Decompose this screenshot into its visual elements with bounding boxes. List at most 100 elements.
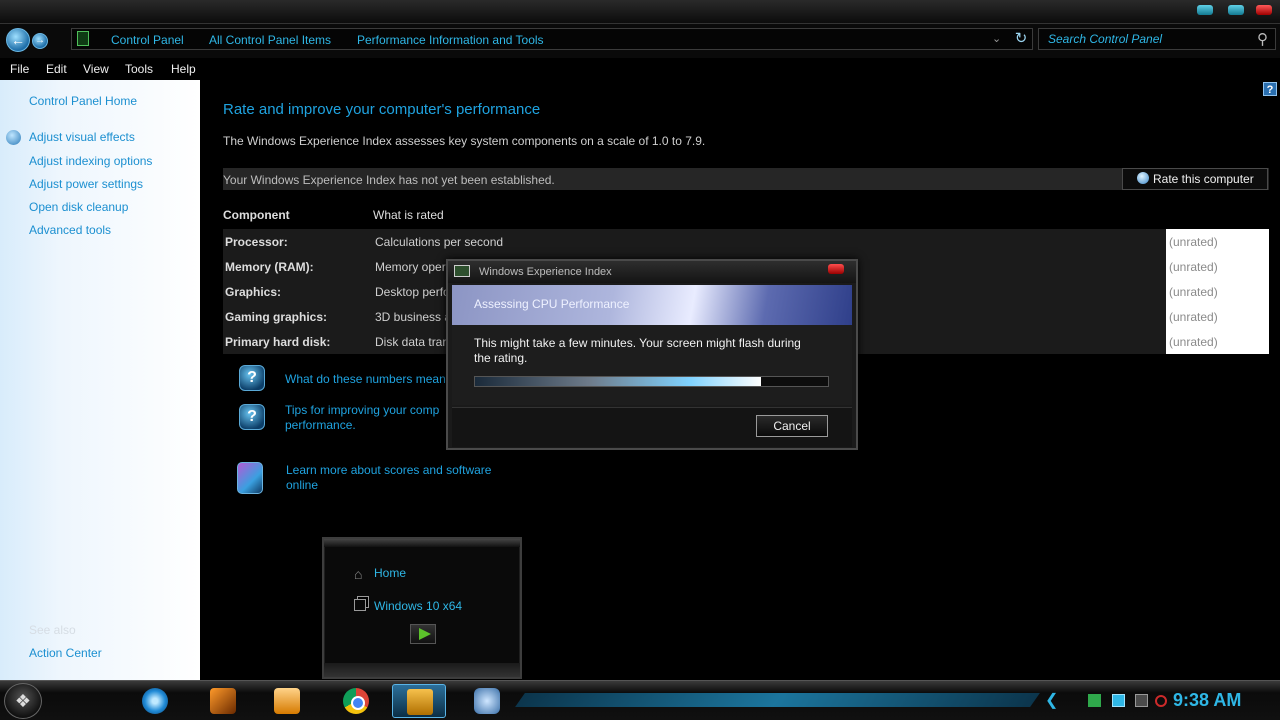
score-cell: (unrated) — [1166, 229, 1269, 254]
clock[interactable]: 9:38 AM — [1173, 690, 1241, 711]
menu-tools[interactable]: Tools — [125, 62, 153, 76]
score-value: (unrated) — [1169, 335, 1218, 349]
taskbar-ie[interactable] — [128, 684, 182, 718]
taskbar-media-center[interactable] — [196, 684, 250, 718]
rate-computer-label: Rate this computer — [1153, 172, 1254, 186]
taskbar: ❖ ❮ 9:38 AM — [0, 680, 1280, 720]
search-icon[interactable]: ⚲ — [1257, 30, 1268, 48]
tips-link-line2: performance. — [285, 418, 356, 432]
window-icon — [354, 599, 366, 611]
component-name: Gaming graphics: — [225, 310, 328, 324]
component-rated: Calculations per second — [375, 235, 504, 249]
address-bar[interactable]: Control Panel All Control Panel Items Pe… — [71, 28, 1033, 50]
column-header-component: Component — [223, 208, 290, 222]
minimize-button[interactable] — [1197, 5, 1213, 15]
help-question-icon: ? — [239, 404, 265, 430]
assessment-heading: Assessing CPU Performance — [474, 297, 630, 311]
dialog-footer: Cancel — [452, 407, 852, 447]
quick-launch-panel: ⌂ Home Windows 10 x64 — [322, 537, 522, 679]
wei-icon — [454, 265, 470, 277]
status-bar: Your Windows Experience Index has not ye… — [223, 168, 1269, 190]
volume-icon[interactable] — [1155, 695, 1167, 707]
network-icon[interactable] — [1135, 694, 1148, 707]
control-panel-home-link[interactable]: Control Panel Home — [29, 94, 137, 108]
wei-status-text: Your Windows Experience Index has not ye… — [223, 173, 555, 187]
cancel-button[interactable]: Cancel — [756, 415, 828, 437]
score-cell: (unrated) — [1166, 329, 1269, 354]
taskbar-control-panel[interactable] — [460, 684, 514, 718]
search-input[interactable]: Search Control Panel ⚲ — [1038, 28, 1276, 50]
chrome-icon — [343, 688, 369, 714]
score-value: (unrated) — [1169, 310, 1218, 324]
menu-view[interactable]: View — [83, 62, 109, 76]
back-button[interactable]: ← — [6, 28, 30, 52]
taskbar-media-player[interactable] — [260, 684, 314, 718]
page-title: Rate and improve your computer's perform… — [223, 101, 541, 118]
menu-bar: File Edit View Tools Help — [0, 58, 1280, 80]
tips-improving-link[interactable]: Tips for improving your comp performance… — [285, 403, 439, 433]
component-rated: 3D business a — [375, 310, 452, 324]
breadcrumb-all-items[interactable]: All Control Panel Items — [209, 33, 331, 47]
score-cell: (unrated) — [1166, 254, 1269, 279]
dialog-message: This might take a few minutes. Your scre… — [474, 336, 801, 365]
menu-help[interactable]: Help — [171, 62, 196, 76]
breadcrumb-control-panel[interactable]: Control Panel — [111, 33, 184, 47]
breadcrumb-performance[interactable]: Performance Information and Tools — [357, 33, 544, 47]
dialog-titlebar[interactable]: Windows Experience Index — [448, 261, 856, 283]
dialog-title: Windows Experience Index — [479, 266, 612, 278]
help-question-icon: ? — [239, 365, 265, 391]
score-value: (unrated) — [1169, 285, 1218, 299]
column-header-what-rated: What is rated — [373, 208, 444, 222]
start-button[interactable]: ❖ — [4, 683, 42, 719]
explorer-icon — [407, 689, 433, 715]
show-hidden-icons-icon[interactable]: ❮ — [1045, 690, 1058, 710]
rate-computer-button[interactable]: Rate this computer — [1122, 168, 1268, 190]
numbers-meaning-link[interactable]: What do these numbers mean — [285, 372, 446, 387]
maximize-button[interactable] — [1228, 5, 1244, 15]
dialog-body: This might take a few minutes. Your scre… — [452, 325, 852, 405]
taskbar-decoration — [515, 693, 1040, 707]
panel-bottom-edge — [324, 663, 520, 677]
action-center-flag-icon[interactable] — [1088, 694, 1101, 707]
shield-icon — [1137, 172, 1149, 184]
score-value: (unrated) — [1169, 260, 1218, 274]
control-panel-icon — [474, 688, 500, 714]
windows-10-link[interactable]: Windows 10 x64 — [374, 599, 462, 613]
chevron-down-icon[interactable]: ⌄ — [992, 32, 1001, 45]
learn-more-link[interactable]: Learn more about scores and software onl… — [286, 463, 491, 493]
dialog-close-button[interactable] — [828, 264, 844, 274]
internet-explorer-icon — [142, 688, 168, 714]
menu-edit[interactable]: Edit — [46, 62, 67, 76]
adjust-visual-effects-link[interactable]: Adjust visual effects — [29, 130, 135, 144]
help-icon[interactable]: ? — [1263, 82, 1277, 96]
dialog-banner: Assessing CPU Performance — [452, 285, 852, 325]
score-cell: (unrated) — [1166, 279, 1269, 304]
close-button[interactable] — [1256, 5, 1272, 15]
taskbar-chrome[interactable] — [329, 684, 383, 718]
component-name: Processor: — [225, 235, 288, 249]
component-rated: Desktop perfo — [375, 285, 450, 299]
media-player-icon — [274, 688, 300, 714]
home-link[interactable]: Home — [374, 566, 406, 580]
wei-dialog: Windows Experience Index Assessing CPU P… — [446, 259, 858, 450]
action-center-link[interactable]: Action Center — [29, 646, 102, 660]
forward-button[interactable]: → — [32, 33, 48, 49]
component-name: Graphics: — [225, 285, 282, 299]
refresh-icon[interactable]: ↻ — [1012, 30, 1030, 48]
table-row: Processor: Calculations per second (unra… — [223, 229, 1269, 254]
adjust-power-link[interactable]: Adjust power settings — [29, 177, 143, 191]
advanced-tools-link[interactable]: Advanced tools — [29, 223, 111, 237]
menu-file[interactable]: File — [10, 62, 29, 76]
play-button[interactable] — [410, 624, 436, 644]
task-pane: Control Panel Home Adjust visual effects… — [0, 80, 200, 680]
progress-fill — [475, 377, 761, 386]
display-icon[interactable] — [1112, 694, 1125, 707]
see-also-heading: See also — [29, 623, 76, 637]
progress-bar — [474, 376, 829, 387]
learn-more-line2: online — [286, 478, 319, 492]
scores-software-icon — [237, 462, 263, 494]
learn-more-line1: Learn more about scores and software — [286, 463, 492, 477]
disk-cleanup-link[interactable]: Open disk cleanup — [29, 200, 128, 214]
taskbar-explorer[interactable] — [392, 684, 446, 718]
adjust-indexing-link[interactable]: Adjust indexing options — [29, 154, 152, 168]
